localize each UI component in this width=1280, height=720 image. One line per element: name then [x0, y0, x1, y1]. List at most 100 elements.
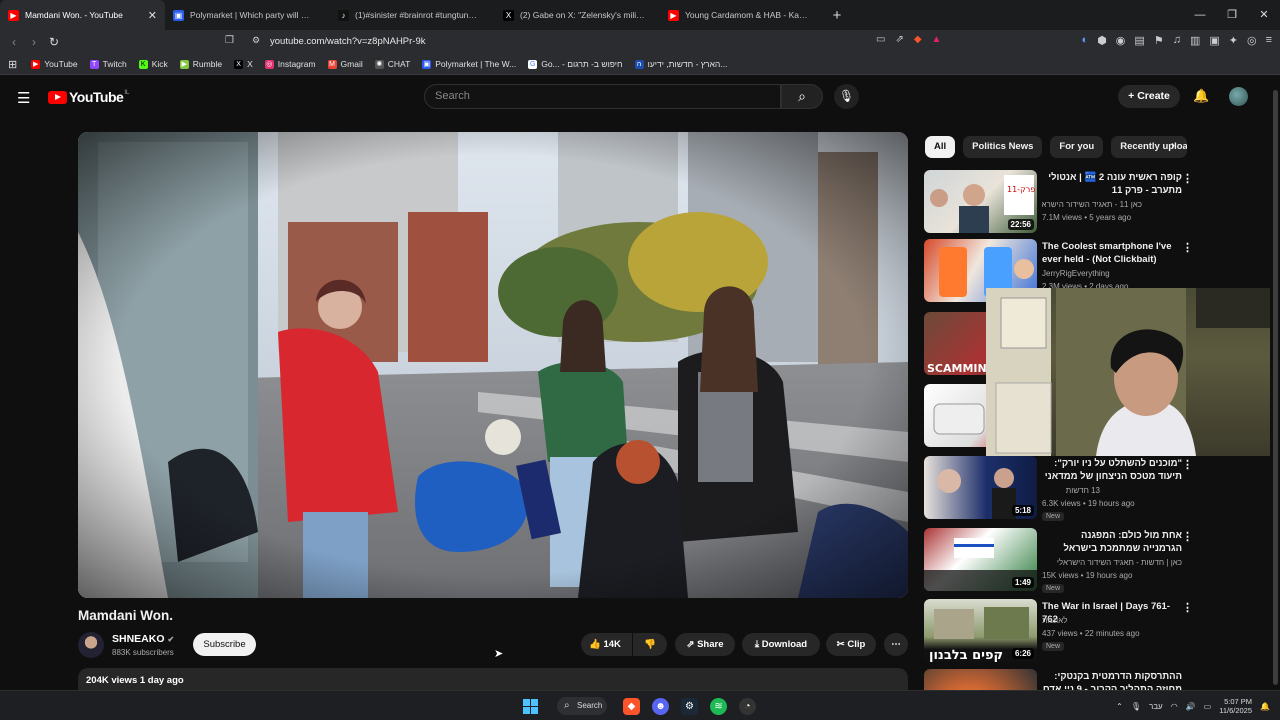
bookmark-item[interactable]: ▶ YouTube [31, 59, 78, 69]
brave-browser-icon[interactable]: ◆ [623, 698, 640, 715]
language-indicator[interactable]: עבר [1149, 702, 1163, 711]
extension-icon[interactable]: ⬢ [1097, 34, 1107, 47]
subscribe-button[interactable]: Subscribe [193, 633, 256, 656]
like-button[interactable]: 👍 14K [581, 633, 632, 656]
chip-all[interactable]: All [925, 136, 956, 158]
battery-icon[interactable]: ▭ [1204, 702, 1212, 711]
browser-tab[interactable]: X (2) Gabe on X: "Zelensky's militants, [495, 0, 660, 30]
recommended-video[interactable]: ההתרסקות הדרמטית בקנטקי: מחוזה התהליך הק… [924, 669, 1264, 690]
extension-icon[interactable]: ▤ [1134, 34, 1144, 47]
bookmark-item[interactable]: ▶ Rumble [179, 59, 222, 69]
scrollbar-thumb[interactable] [1273, 90, 1278, 685]
video-thumbnail[interactable]: 5:18 [924, 456, 1037, 519]
vpn-icon[interactable]: ◎ [1247, 34, 1257, 47]
voice-search-button[interactable]: 🎙 [834, 84, 859, 109]
more-vertical-icon[interactable]: ⋮ [1182, 601, 1193, 614]
url-field[interactable]: youtube.com/watch?v=z8pNAHPr-9k [270, 34, 426, 50]
minimize-icon[interactable]: — [1184, 0, 1216, 30]
video-player[interactable] [78, 132, 908, 598]
close-icon[interactable]: ✕ [148, 9, 157, 22]
channel-avatar[interactable] [78, 632, 104, 658]
bookmark-item[interactable]: ◎ Instagram [264, 59, 316, 69]
clock[interactable]: 5:07 PM 11/6/2025 [1219, 697, 1252, 715]
windows-start-icon[interactable] [523, 699, 538, 714]
channel-name[interactable]: SHNEAKO ✔ [112, 633, 174, 645]
search-button[interactable]: ⌕ [781, 84, 823, 109]
site-info-icon[interactable]: ⚙ [252, 35, 260, 46]
create-button[interactable]: + Create [1118, 85, 1180, 108]
forward-icon[interactable]: › [24, 35, 44, 49]
apps-grid-icon[interactable]: ⊞ [8, 58, 17, 71]
notifications-bell-icon[interactable]: 🔔 [1193, 88, 1209, 104]
bookmark-item[interactable]: T Twitch [89, 59, 127, 69]
chip-recently-uploaded[interactable]: Recently uploa [1111, 136, 1188, 158]
bookmark-item[interactable]: ה הארץ - חדשות, ידיעו... [634, 59, 727, 69]
bookmark-item[interactable]: K Kick [138, 59, 168, 69]
search-input[interactable]: Search [424, 84, 781, 109]
bookmark-item[interactable]: ✺ CHAT [374, 59, 410, 69]
bookmark-item[interactable]: ▣ Polymarket | The W... [422, 59, 516, 69]
mic-tray-icon[interactable]: 🎙 [1131, 702, 1141, 711]
music-icon[interactable]: ♫ [1173, 34, 1181, 47]
extension-icon[interactable]: ◐ [1082, 34, 1089, 47]
back-icon[interactable]: ‹ [4, 35, 24, 49]
video-title[interactable]: The Coolest smartphone I've ever held - … [1042, 240, 1182, 266]
channel-name[interactable]: 13 חדשות [1042, 486, 1100, 495]
description-box[interactable]: 204K views 1 day ago [78, 668, 908, 690]
extension-icon[interactable]: ⚑ [1154, 34, 1164, 47]
wifi-icon[interactable]: ◠ [1171, 702, 1178, 711]
recommended-video[interactable]: 1:49 אחת מול כולם: המפגנה הגרמנייה שמתמכ… [924, 528, 1264, 593]
video-thumbnail[interactable] [924, 669, 1037, 690]
steam-icon[interactable]: ⚙ [681, 698, 698, 715]
download-button[interactable]: ⤓ Download [742, 633, 820, 656]
new-tab-button[interactable]: + [825, 7, 849, 24]
browser-tab[interactable]: ▣ Polymarket | Which party will win the [165, 0, 330, 30]
chevron-right-icon[interactable]: › [1171, 138, 1175, 152]
video-thumbnail[interactable]: 1:49 [924, 528, 1037, 591]
browser-tab[interactable]: ▶ Mamdani Won. - YouTube ✕ [0, 0, 165, 30]
sidebar-icon[interactable]: ▥ [1190, 34, 1200, 47]
more-vertical-icon[interactable]: ⋮ [1182, 241, 1193, 254]
browser-tab[interactable]: ♪ (1)#sinister #brainrot #tungtungtung [330, 0, 495, 30]
video-title[interactable]: קופה ראשית עונה 2 🏧 | אנטולי מתערב - פרק… [1042, 171, 1182, 197]
video-thumbnail[interactable]: 11-פרק 22:56 [924, 170, 1037, 233]
bookmark-item[interactable]: XX [234, 59, 253, 69]
restore-icon[interactable]: ❐ [1216, 0, 1248, 30]
brave-shield-icon[interactable]: ◆ [914, 34, 922, 45]
hamburger-menu-icon[interactable]: ☰ [17, 89, 30, 107]
video-title[interactable]: "מוכנים להשתלט על ניו יורק": תיעוד מטכס … [1042, 457, 1182, 483]
wallet-icon[interactable]: ▣ [1209, 34, 1219, 47]
spotify-icon[interactable]: ≋ [710, 698, 727, 715]
video-title[interactable]: אחת מול כולם: המפגנה הגרמנייה שמתמכת ביש… [1042, 529, 1182, 555]
account-avatar[interactable] [1229, 87, 1248, 106]
close-window-icon[interactable]: ✕ [1248, 0, 1280, 30]
taskbar-search[interactable]: Search [557, 697, 607, 715]
notification-icon[interactable]: 🔔 [1260, 702, 1270, 711]
page-scrollbar[interactable] [1270, 75, 1280, 690]
recommended-video[interactable]: 5:18 "מוכנים להשתלט על ניו יורק": תיעוד … [924, 456, 1264, 521]
reload-icon[interactable]: ↻ [44, 35, 64, 49]
chevron-up-icon[interactable]: ⌃ [1116, 702, 1123, 711]
channel-name[interactable]: כאן 11 - תאגיד השידור הישראלי [1042, 200, 1142, 209]
video-title[interactable]: ההתרסקות הדרמטית בקנטקי: מחוזה התהליך הק… [1042, 670, 1182, 690]
recommended-video[interactable]: 11-פרק 22:56 קופה ראשית עונה 2 🏧 | אנטול… [924, 170, 1264, 233]
clip-button[interactable]: ✂ Clip [826, 633, 876, 656]
rewards-icon[interactable]: ▲ [932, 34, 942, 45]
more-vertical-icon[interactable]: ⋮ [1182, 172, 1193, 185]
recommended-video[interactable]: קפים בלבנון 6:26 The War in Israel | Day… [924, 599, 1264, 662]
channel-name[interactable]: JerryRigEverything [1042, 269, 1202, 278]
channel-name[interactable]: כאן | חדשות - תאגיד השידור הישראלי [1042, 558, 1182, 567]
share-button[interactable]: ⇗ Share [675, 633, 735, 656]
channel-name[interactable]: לאונמת [1042, 616, 1202, 625]
dislike-button[interactable]: 👎 [633, 633, 667, 656]
bookmark-item[interactable]: G Go... - חיפוש ב- תרגום [528, 59, 623, 69]
more-vertical-icon[interactable]: ⋮ [1182, 458, 1193, 471]
obs-icon[interactable]: ◔ [739, 698, 756, 715]
chip-for-you[interactable]: For you [1050, 136, 1104, 158]
browser-tab[interactable]: ▶ Young Cardamom & HAB - Kanda (C [660, 0, 825, 30]
bookmark-icon[interactable]: ❒ [225, 35, 234, 46]
extension-icon[interactable]: ◉ [1116, 34, 1126, 47]
more-vertical-icon[interactable]: ⋮ [1182, 530, 1193, 543]
chip-politics-news[interactable]: Politics News [963, 136, 1043, 158]
cast-icon[interactable]: ▭ [876, 34, 885, 45]
